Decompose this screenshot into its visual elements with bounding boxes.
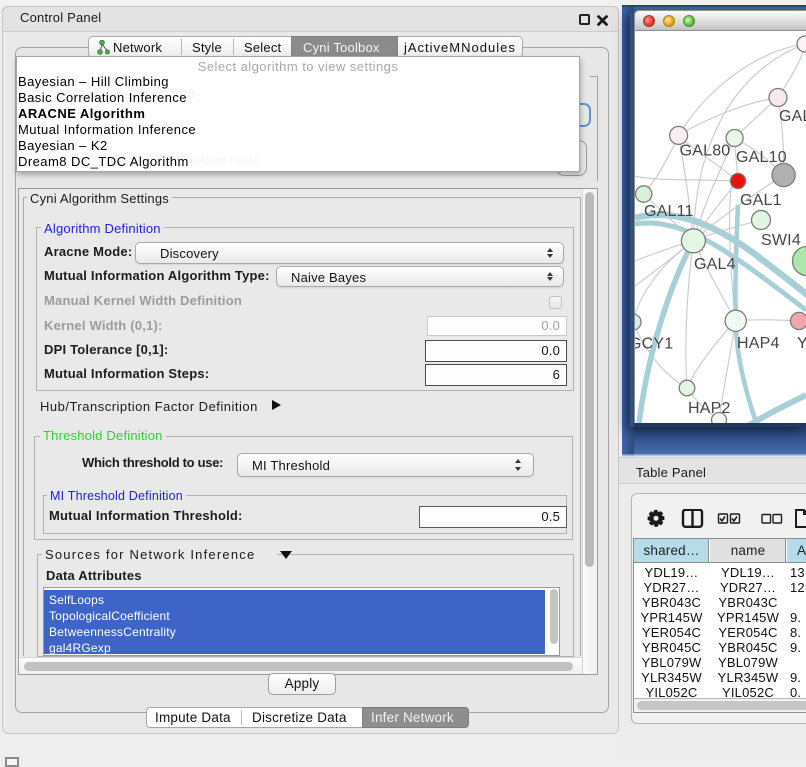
svg-text:GAL80: GAL80: [680, 142, 731, 159]
svg-text:YEL: YEL: [797, 335, 806, 352]
svg-text:GCY1: GCY1: [635, 336, 673, 353]
svg-text:GAL10: GAL10: [736, 149, 787, 166]
svg-text:GAL4: GAL4: [694, 256, 736, 273]
svg-text:GAL11: GAL11: [644, 203, 694, 220]
svg-text:GAL2: GAL2: [779, 108, 806, 125]
svg-text:HAP4: HAP4: [737, 335, 780, 352]
svg-text:SWI4: SWI4: [761, 232, 801, 249]
svg-text:HAP2: HAP2: [688, 400, 731, 417]
svg-text:GAL1: GAL1: [740, 192, 782, 209]
